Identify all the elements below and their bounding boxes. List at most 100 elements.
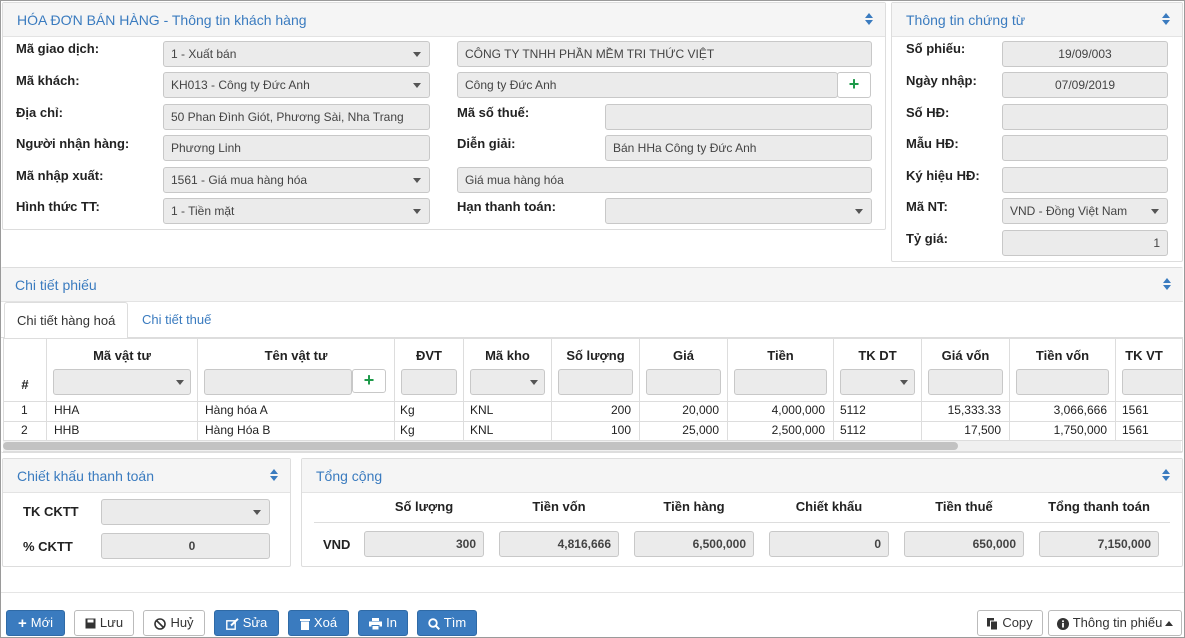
copy-icon [987, 617, 999, 630]
receiver-field[interactable]: Phương Linh [163, 135, 430, 161]
trash-icon [299, 618, 310, 630]
voucher-no-field[interactable]: 19/09/003 [1002, 41, 1168, 67]
warehouse-filter[interactable] [470, 369, 545, 395]
discount-account-select[interactable] [101, 499, 270, 525]
delete-button[interactable]: Xoá [288, 610, 349, 636]
cell-cost-price: 15,333.33 [947, 403, 1001, 417]
sort-icon[interactable] [865, 13, 873, 27]
voucher-info-button[interactable]: Thông tin phiếu [1048, 610, 1182, 636]
edit-button[interactable]: Sửa [214, 610, 279, 636]
cost-amount-filter[interactable] [1016, 369, 1109, 395]
invoice-symbol-field[interactable] [1002, 167, 1168, 193]
save-button[interactable]: Lưu [74, 610, 134, 636]
quantity-filter[interactable] [558, 369, 633, 395]
invoice-no-field[interactable] [1002, 104, 1168, 130]
unit-filter[interactable] [401, 369, 457, 395]
currency-select[interactable]: VND - Đồng Việt Nam [1002, 198, 1168, 224]
tab-tax-detail[interactable]: Chi tiết thuế [130, 302, 223, 339]
cell-name: Hàng hóa A [205, 403, 268, 417]
item-name-filter[interactable] [204, 369, 352, 395]
payment-method-label: Hình thức TT: [16, 199, 100, 214]
voucher-info-button-label: Thông tin phiếu [1072, 615, 1163, 630]
stock-account-filter[interactable] [1122, 369, 1182, 395]
column-header: # [21, 377, 29, 392]
voucher-no-label: Số phiếu: [906, 41, 966, 56]
invoice-symbol-label: Ký hiệu HĐ: [906, 168, 980, 183]
receiver-label: Người nhận hàng: [16, 136, 130, 151]
tax-code-field[interactable] [605, 104, 872, 130]
edit-icon [225, 617, 239, 630]
column-header: Giá [673, 348, 694, 363]
detail-tabs: Chi tiết hàng hoá Chi tiết thuế [1, 302, 1183, 339]
total-header-cost: Tiền vốn [532, 499, 586, 514]
scrollbar-thumb[interactable] [3, 442, 958, 450]
item-code-filter[interactable] [53, 369, 191, 395]
company-name-field[interactable]: CÔNG TY TNHH PHẦN MỀM TRI THỨC VIỆT [457, 41, 872, 67]
entry-date-label: Ngày nhập: [906, 73, 977, 88]
row-divider [4, 401, 1182, 402]
amount-filter[interactable] [734, 369, 827, 395]
new-button[interactable]: + Mới [6, 610, 65, 636]
customer-name-field[interactable]: Công ty Đức Anh [457, 72, 838, 98]
entry-date-field[interactable]: 07/09/2019 [1002, 72, 1168, 98]
currency-code: VND [323, 537, 351, 552]
sort-icon[interactable] [1163, 278, 1171, 292]
tab-goods-detail[interactable]: Chi tiết hàng hoá [4, 302, 129, 339]
revenue-account-filter[interactable] [840, 369, 915, 395]
total-header-quantity: Số lượng [394, 499, 454, 514]
cost-price-filter[interactable] [928, 369, 1003, 395]
total-header-goods: Tiền hàng [663, 499, 725, 514]
panel-title: HÓA ĐƠN BÁN HÀNG - Thông tin khách hàng [17, 12, 307, 28]
total-goods-field: 6,500,000 [634, 531, 754, 557]
plus-icon: + [17, 614, 27, 632]
description-label: Diễn giải: [457, 136, 516, 151]
cancel-button[interactable]: Huỷ [143, 610, 205, 636]
customer-code-select[interactable]: KH013 - Công ty Đức Anh [163, 72, 430, 98]
cell-qty: 200 [610, 403, 631, 417]
sort-icon[interactable] [270, 469, 278, 483]
plus-icon: + [848, 74, 860, 94]
io-code-label: Mã nhập xuất: [16, 168, 104, 183]
column-header: Mã kho [485, 348, 530, 363]
payment-method-select[interactable]: 1 - Tiền mặt [163, 198, 430, 224]
cell-revenue-account: 5112 [840, 403, 866, 417]
copy-button[interactable]: Copy [977, 610, 1043, 636]
io-code-name-field[interactable]: Giá mua hàng hóa [457, 167, 872, 193]
total-discount-field: 0 [769, 531, 889, 557]
search-button[interactable]: Tìm [417, 610, 477, 636]
print-button-label: In [386, 615, 397, 630]
rate-field[interactable]: 1 [1002, 230, 1168, 256]
discount-percent-label: % CKTT [23, 539, 73, 554]
row-divider [4, 421, 1182, 422]
cell-qty: 100 [610, 423, 631, 437]
io-code-select[interactable]: 1561 - Giá mua hàng hóa [163, 167, 430, 193]
invoice-form-field[interactable] [1002, 135, 1168, 161]
panel-header: Chi tiết phiếu [1, 268, 1183, 302]
total-header-discount: Chiết khấu [795, 499, 863, 514]
sort-icon[interactable] [1162, 469, 1170, 483]
add-customer-button[interactable]: + [837, 72, 871, 98]
discount-percent-field[interactable]: 0 [101, 533, 270, 559]
total-header-grand: Tổng thanh toán [1048, 499, 1150, 514]
panel-header: Tổng cộng [302, 459, 1182, 493]
transaction-code-select[interactable]: 1 - Xuất bán [163, 41, 430, 67]
new-button-label: Mới [30, 615, 53, 630]
due-date-select[interactable] [605, 198, 872, 224]
discount-account-label: TK CKTT [23, 504, 79, 519]
cell-price: 25,000 [682, 423, 719, 437]
print-button[interactable]: In [358, 610, 408, 636]
search-icon [428, 617, 440, 630]
address-field[interactable]: 50 Phan Đình Giót, Phương Sài, Nha Trang [163, 104, 430, 130]
invoice-no-label: Số HĐ: [906, 105, 950, 120]
description-field[interactable]: Bán HHa Công ty Đức Anh [605, 135, 872, 161]
column-header: TK DT [858, 348, 897, 363]
save-icon [85, 618, 96, 629]
cell-stock-account: 1561 [1122, 403, 1149, 417]
toolbar-separator [1, 592, 1184, 593]
price-filter[interactable] [646, 369, 721, 395]
cell-unit: Kg [400, 423, 415, 437]
cell-amount: 2,500,000 [771, 423, 825, 437]
sort-icon[interactable] [1162, 13, 1170, 27]
add-item-button[interactable]: + [352, 369, 386, 393]
cell-cost-amount: 3,066,666 [1053, 403, 1107, 417]
